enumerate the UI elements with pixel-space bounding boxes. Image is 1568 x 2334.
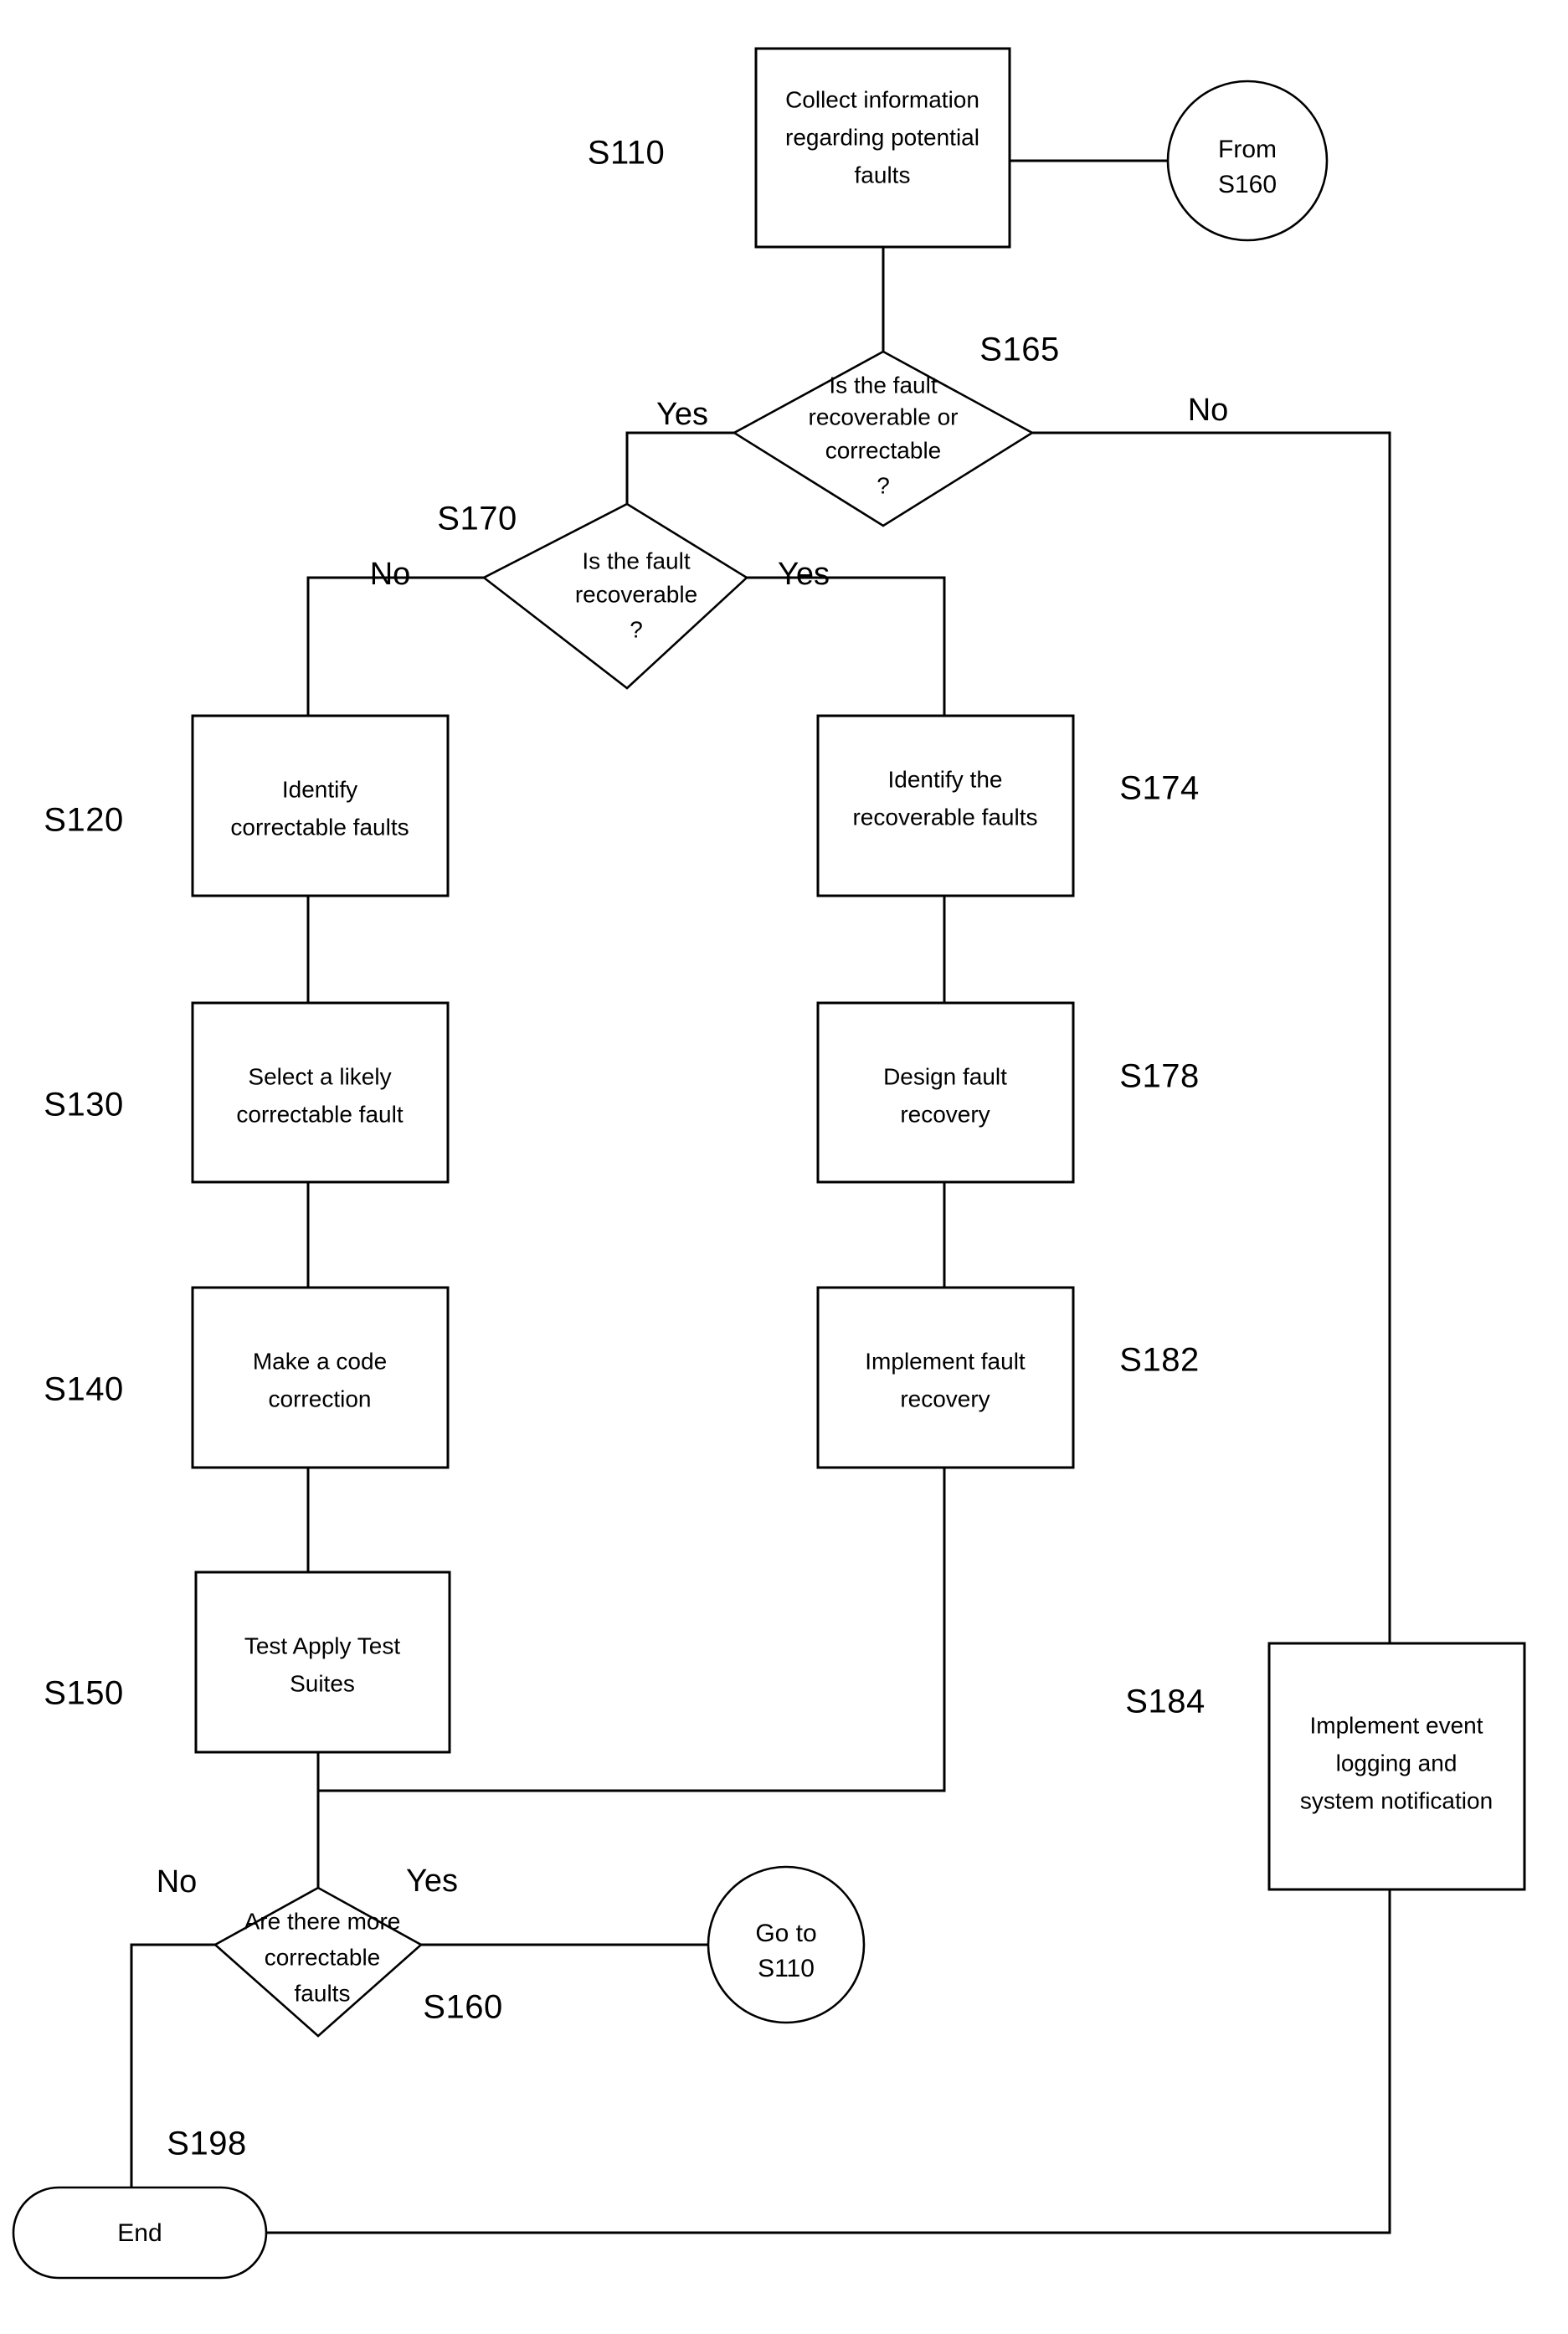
- connector-s165-no-to-s184: [1031, 431, 1391, 1645]
- node-goto-s110-line-2: S110: [758, 1955, 815, 1982]
- ref-label-s182: S182: [1119, 1342, 1199, 1379]
- node-s130-line-1: Select a likely: [248, 1063, 391, 1089]
- ref-label-s170: S170: [437, 501, 517, 537]
- ref-label-s165: S165: [979, 332, 1059, 368]
- node-s160-line-1: Are there more: [244, 1908, 401, 1934]
- node-s170-line-2: recoverable: [575, 581, 697, 607]
- node-s140-line-1: Make a code: [253, 1348, 387, 1374]
- ref-label-s150: S150: [44, 1675, 123, 1712]
- ref-label-s178: S178: [1119, 1058, 1199, 1095]
- node-s182-line-2: recovery: [900, 1385, 990, 1411]
- node-from-s160-line-1: From: [1218, 136, 1277, 163]
- node-s170-line-3: ?: [630, 616, 643, 642]
- node-s184-line-1: Implement event: [1310, 1712, 1483, 1738]
- branch-label-s165-no: No: [1188, 393, 1229, 428]
- ref-label-s184: S184: [1125, 1684, 1205, 1720]
- node-s120-line-1: Identify: [282, 776, 357, 802]
- node-s160-line-2: correctable: [265, 1944, 381, 1970]
- node-s130-line-2: correctable fault: [236, 1101, 403, 1127]
- node-s178-line-2: recovery: [900, 1101, 990, 1127]
- node-s182-box: [816, 1286, 1075, 1469]
- node-s160[interactable]: Are there more correctable faults: [213, 1886, 424, 2038]
- node-s110-line-3: faults: [855, 162, 911, 188]
- node-s178-line-1: Design fault: [883, 1063, 1007, 1089]
- node-s150[interactable]: Test Apply Test Suites: [194, 1571, 451, 1754]
- ref-label-s160: S160: [423, 1989, 502, 2026]
- branch-label-s170-no: No: [370, 557, 411, 592]
- node-s174-line-1: Identify the: [888, 766, 1003, 792]
- node-goto-s110-line-1: Go to: [755, 1920, 816, 1947]
- ref-label-s120: S120: [44, 802, 123, 839]
- node-s120[interactable]: Identify correctable faults: [191, 714, 450, 897]
- node-s130[interactable]: Select a likely correctable fault: [191, 1001, 450, 1184]
- node-s110-line-1: Collect information: [785, 86, 979, 112]
- node-s160-line-3: faults: [295, 1980, 351, 2006]
- node-s140-line-2: correction: [269, 1385, 372, 1411]
- node-goto-s110[interactable]: Go to S110: [707, 1865, 866, 2024]
- branch-label-s160-no: No: [157, 1864, 198, 1900]
- node-s174[interactable]: Identify the recoverable faults: [816, 714, 1075, 897]
- node-from-s160-line-2: S160: [1218, 171, 1277, 198]
- node-from-s160[interactable]: From S160: [1166, 80, 1329, 242]
- node-s170-line-1: Is the fault: [582, 548, 690, 573]
- node-s174-line-2: recoverable faults: [852, 804, 1037, 830]
- connector-s170-yes-to-s174: [745, 576, 946, 717]
- node-s150-line-2: Suites: [290, 1670, 355, 1696]
- node-s182-line-1: Implement fault: [865, 1348, 1026, 1374]
- node-s140-box: [191, 1286, 450, 1469]
- node-s198-end[interactable]: End: [12, 2186, 268, 2280]
- node-s120-box: [191, 714, 450, 897]
- ref-label-s198: S198: [167, 2126, 246, 2162]
- node-s165-line-2: recoverable or: [809, 404, 959, 429]
- ref-label-s130: S130: [44, 1087, 123, 1123]
- node-s165-line-1: Is the fault: [829, 372, 937, 398]
- node-s184-line-3: system notification: [1300, 1787, 1493, 1813]
- branch-label-s160-yes: Yes: [406, 1864, 458, 1899]
- node-s150-line-1: Test Apply Test: [244, 1632, 400, 1658]
- node-s184-line-2: logging and: [1336, 1750, 1457, 1776]
- ref-label-s174: S174: [1119, 770, 1199, 807]
- branch-label-s165-yes: Yes: [656, 397, 708, 432]
- flowchart-svg: Collect information regarding potential …: [12, 47, 1526, 2280]
- ref-label-s110: S110: [588, 135, 665, 172]
- node-s182[interactable]: Implement fault recovery: [816, 1286, 1075, 1469]
- node-s120-line-2: correctable faults: [230, 814, 409, 840]
- node-s178-box: [816, 1001, 1075, 1184]
- node-s140[interactable]: Make a code correction: [191, 1286, 450, 1469]
- node-s110[interactable]: Collect information regarding potential …: [754, 47, 1011, 249]
- node-s165[interactable]: Is the fault recoverable or correctable …: [732, 350, 1035, 527]
- node-s130-box: [191, 1001, 450, 1184]
- node-s165-line-3: correctable: [825, 437, 942, 463]
- connector-s170-no-to-s120: [306, 576, 486, 717]
- branch-label-s170-yes: Yes: [778, 557, 830, 592]
- ref-label-s140: S140: [44, 1371, 123, 1408]
- node-s198-label: End: [117, 2219, 162, 2247]
- node-s110-line-2: regarding potential: [785, 124, 979, 150]
- node-s165-line-4: ?: [877, 472, 890, 498]
- node-s150-box: [194, 1571, 451, 1754]
- node-s170[interactable]: Is the fault recoverable ?: [481, 502, 749, 690]
- node-s184[interactable]: Implement event logging and system notif…: [1267, 1642, 1526, 1891]
- node-s178[interactable]: Design fault recovery: [816, 1001, 1075, 1184]
- flowchart-canvas: Collect information regarding potential …: [0, 0, 1568, 2334]
